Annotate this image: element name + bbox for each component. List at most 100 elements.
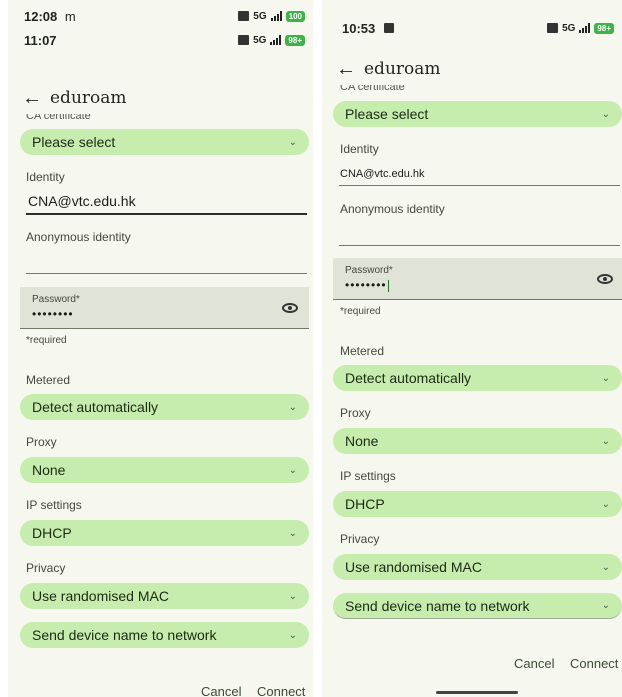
status-icons: 5G 98+ <box>547 22 614 34</box>
eye-icon[interactable] <box>282 303 298 313</box>
proxy-label: Proxy <box>340 406 371 420</box>
status-icons: 5G 100 <box>238 10 305 22</box>
password-value: •••••••• <box>345 278 390 292</box>
chevron-down-icon: ⌄ <box>601 108 610 120</box>
anonymous-identity-label: Anonymous identity <box>26 230 131 244</box>
status-bar: 11:07 5G 98+ <box>8 30 313 50</box>
page-title: eduroam <box>364 59 441 79</box>
metered-dropdown[interactable]: Detect automatically ⌄ <box>20 394 309 420</box>
proxy-dropdown[interactable]: None ⌄ <box>333 428 622 454</box>
identity-underline <box>339 185 620 186</box>
password-field[interactable]: Password* •••••••• <box>20 287 309 329</box>
required-note: *required <box>26 335 67 346</box>
signal-bars-icon <box>579 23 591 33</box>
cancel-button[interactable]: Cancel <box>514 656 554 671</box>
privacy-dropdown[interactable]: Use randomised MAC ⌄ <box>333 554 622 580</box>
chevron-down-icon: ⌄ <box>288 629 297 641</box>
dropdown-value: DHCP <box>345 496 385 512</box>
required-note: *required <box>340 306 381 317</box>
chevron-down-icon: ⌄ <box>288 401 297 413</box>
status-bar-top: 12:08 m 5G 100 <box>8 6 313 26</box>
dropdown-value: Detect automatically <box>345 370 472 386</box>
identity-underline <box>26 213 307 215</box>
carrier-icon: m <box>64 8 76 24</box>
chevron-down-icon: ⌄ <box>288 590 297 602</box>
dropdown-value: Use randomised MAC <box>345 559 482 575</box>
privacy-label: Privacy <box>340 532 380 546</box>
eye-icon[interactable] <box>597 274 613 284</box>
cancel-button[interactable]: Cancel <box>201 684 241 697</box>
anonymous-identity-label: Anonymous identity <box>340 202 445 216</box>
password-label: Password* <box>345 265 393 276</box>
privacy-label: Privacy <box>26 561 66 575</box>
network-label: 5G <box>562 22 576 34</box>
privacy-dropdown[interactable]: Use randomised MAC ⌄ <box>20 583 309 609</box>
ip-settings-label: IP settings <box>340 469 396 483</box>
device-name-dropdown[interactable]: Send device name to network ⌄ <box>333 593 622 619</box>
status-time: 11:07 <box>24 32 57 48</box>
chevron-down-icon: ⌄ <box>288 136 297 148</box>
chevron-down-icon: ⌄ <box>288 464 297 476</box>
identity-label: Identity <box>340 142 379 156</box>
chevron-down-icon: ⌄ <box>601 435 610 447</box>
dropdown-value: Detect automatically <box>32 399 159 415</box>
app-bar: ← eduroam <box>8 84 313 112</box>
metered-label: Metered <box>26 373 71 387</box>
identity-field[interactable]: CNA@vtc.edu.hk <box>28 193 136 209</box>
connect-button[interactable]: Connect <box>257 684 305 697</box>
anonymous-identity-field[interactable] <box>340 225 620 241</box>
left-screenshot: 12:08 m 5G 100 11:07 5G 98+ ← eduroam CA… <box>8 0 313 697</box>
signal-bars-icon <box>270 35 282 45</box>
app-bar: ← eduroam <box>322 55 622 83</box>
connect-button[interactable]: Connect <box>570 656 618 671</box>
dropdown-value: Please select <box>345 106 429 122</box>
network-label: 5G <box>253 34 267 46</box>
anonymous-identity-underline <box>26 273 307 274</box>
sim-card-icon <box>547 23 559 33</box>
device-name-dropdown[interactable]: Send device name to network ⌄ <box>20 622 309 648</box>
dropdown-value: Use randomised MAC <box>32 588 169 604</box>
dropdown-value: None <box>345 433 379 449</box>
back-arrow-icon[interactable]: ← <box>336 58 364 81</box>
sim-card-icon <box>238 11 250 21</box>
chevron-down-icon: ⌄ <box>601 561 610 573</box>
back-arrow-icon[interactable]: ← <box>22 87 50 110</box>
ip-settings-label: IP settings <box>26 498 82 512</box>
network-label: 5G <box>253 10 267 22</box>
status-time: 10:53 <box>342 21 394 36</box>
status-time: 12:08 m <box>24 8 76 24</box>
ip-settings-dropdown[interactable]: DHCP ⌄ <box>20 520 309 546</box>
gesture-nav-handle[interactable] <box>436 691 518 694</box>
anonymous-identity-underline <box>339 245 620 246</box>
proxy-label: Proxy <box>26 435 57 449</box>
ca-certificate-dropdown[interactable]: Please select ⌄ <box>333 101 622 127</box>
dropdown-value: Send device name to network <box>32 627 217 643</box>
ca-certificate-dropdown[interactable]: Please select ⌄ <box>20 129 309 155</box>
chevron-down-icon: ⌄ <box>601 498 610 510</box>
notification-icon <box>383 22 394 33</box>
page-title: eduroam <box>50 88 127 108</box>
password-value: •••••••• <box>32 307 74 321</box>
battery-icon: 98+ <box>285 34 305 46</box>
identity-field[interactable]: CNA@vtc.edu.hk <box>340 168 425 180</box>
password-label: Password* <box>32 294 80 305</box>
password-field[interactable]: Password* •••••••• <box>333 258 622 300</box>
chevron-down-icon: ⌄ <box>288 527 297 539</box>
ca-certificate-label-clipped: CA certificate <box>340 85 405 91</box>
chevron-down-icon: ⌄ <box>601 372 610 384</box>
chevron-down-icon: ⌄ <box>601 600 610 611</box>
metered-label: Metered <box>340 344 385 358</box>
signal-bars-icon <box>270 11 282 21</box>
ip-settings-dropdown[interactable]: DHCP ⌄ <box>333 491 622 517</box>
proxy-dropdown[interactable]: None ⌄ <box>20 457 309 483</box>
ca-certificate-label-clipped: CA certificate <box>26 114 91 120</box>
dropdown-value: Please select <box>32 134 116 150</box>
battery-icon: 100 <box>285 10 305 22</box>
text-cursor <box>387 279 390 292</box>
metered-dropdown[interactable]: Detect automatically ⌄ <box>333 365 622 391</box>
dropdown-value: Send device name to network <box>345 597 530 614</box>
right-screenshot: 10:53 5G 98+ ← eduroam CA certificate Pl… <box>322 0 622 697</box>
identity-label: Identity <box>26 170 65 184</box>
anonymous-identity-field[interactable] <box>28 254 308 270</box>
dropdown-value: None <box>32 462 66 478</box>
